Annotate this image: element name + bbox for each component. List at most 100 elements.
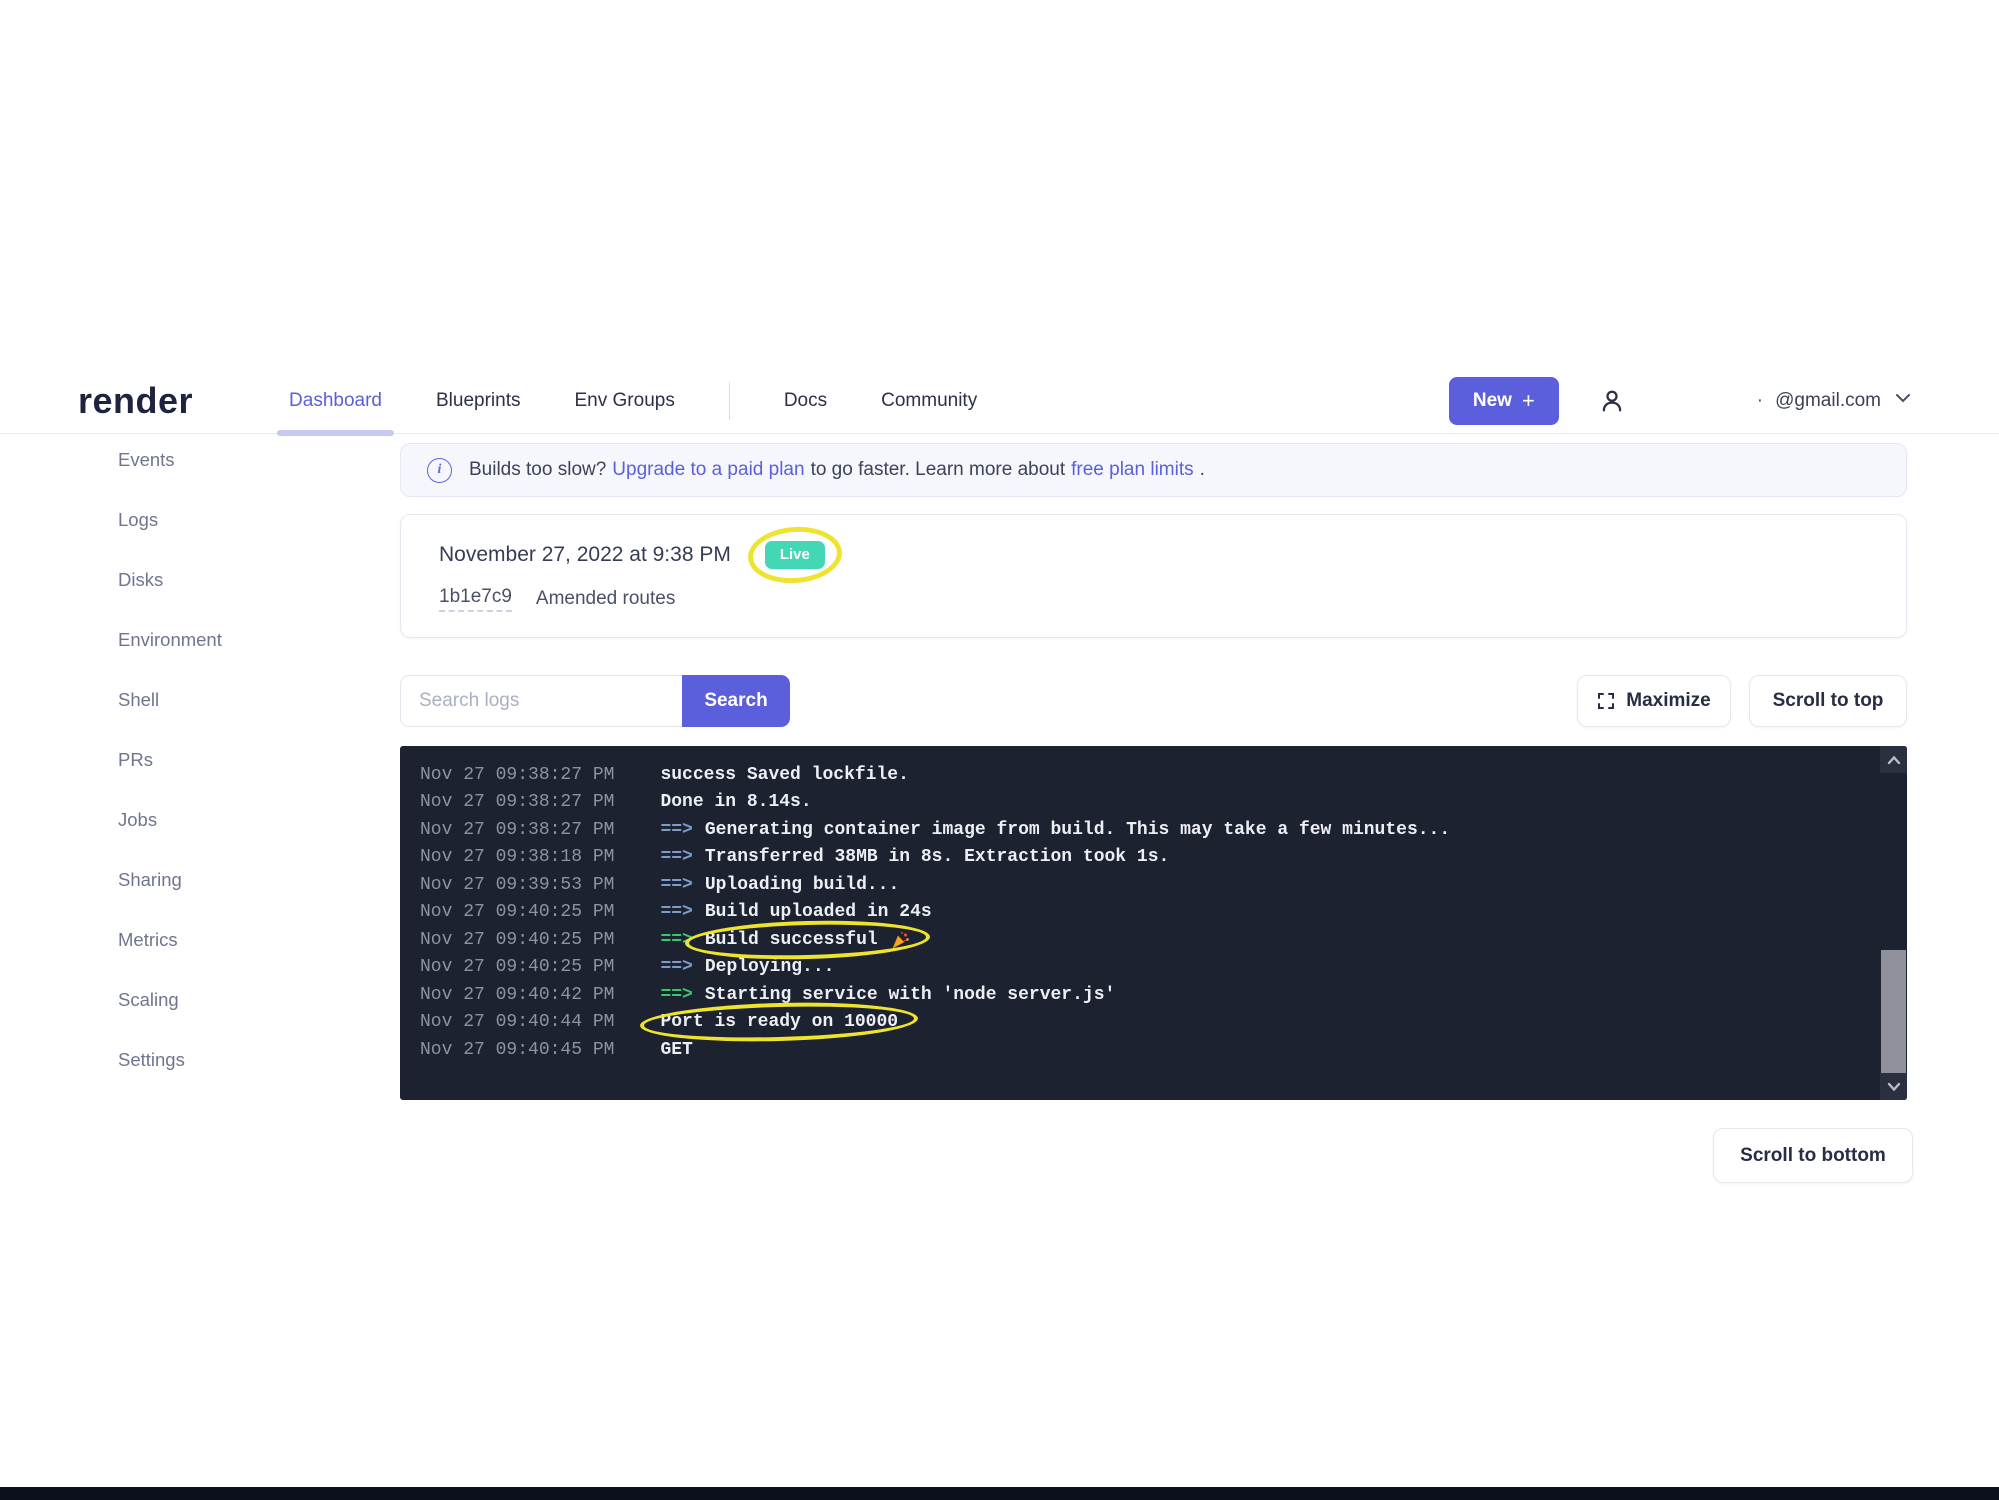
top-navigation: render Dashboard Blueprints Env Groups Docs… <box>0 368 1999 434</box>
log-line: Nov 27 09:38:27 PM ==> Generating containe… <box>420 816 1867 844</box>
log-text: GET <box>660 1040 692 1060</box>
log-text: Generating container image from build. T… <box>705 820 1450 840</box>
log-timestamp: Nov 27 09:40:44 PM <box>420 1012 614 1032</box>
sidebar-item-settings[interactable]: Settings <box>118 1048 222 1071</box>
log-line: Nov 27 09:38:27 PM success Saved lockfile… <box>420 761 1867 789</box>
search-logs-input[interactable] <box>400 675 682 727</box>
sidebar-item-disks[interactable]: Disks <box>118 568 222 591</box>
account-menu[interactable]: · @gmail.com <box>1757 390 1913 412</box>
scroll-to-top-button[interactable]: Scroll to top <box>1749 675 1907 727</box>
banner-text-middle: to go faster. Learn more about <box>811 459 1066 481</box>
log-arrow-icon: ==> <box>660 820 692 840</box>
log-text: Starting service with 'node server.js' <box>705 985 1115 1005</box>
nav-links: Dashboard Blueprints Env Groups Docs Communi… <box>289 382 977 420</box>
new-button-label: New <box>1473 390 1512 412</box>
log-timestamp: Nov 27 09:38:27 PM <box>420 765 614 785</box>
nav-link-dashboard[interactable]: Dashboard <box>289 390 382 412</box>
deploy-timestamp: November 27, 2022 at 9:38 PM <box>439 543 731 567</box>
log-terminal: Nov 27 09:38:27 PM success Saved lockfile… <box>400 746 1907 1100</box>
log-message: ==>Transferred 38MB in 8s. Extraction to… <box>660 847 1169 867</box>
scrollbar-up-arrow-icon[interactable] <box>1880 746 1907 773</box>
log-message: Port is ready on 10000 <box>660 1012 898 1032</box>
log-timestamp: Nov 27 09:40:42 PM <box>420 985 614 1005</box>
maximize-icon <box>1597 692 1615 710</box>
nav-link-community[interactable]: Community <box>881 390 977 412</box>
log-message: ==> Build successful <box>660 930 909 950</box>
sidebar-item-metrics[interactable]: Metrics <box>118 928 222 951</box>
log-line: Nov 27 09:40:42 PM ==> Starting service wi… <box>420 981 1867 1009</box>
service-sidebar: Events Logs Disks Environment Shell PRs Jobs Sh… <box>118 448 222 1108</box>
log-timestamp: Nov 27 09:38:18 PM <box>420 847 614 867</box>
annotated-log-text: Build successful <box>705 930 910 950</box>
nav-right-group: New + · @gmail.com <box>1449 377 1913 425</box>
log-message: ==> Deploying... <box>660 957 834 977</box>
log-line: Nov 27 09:38:27 PMDone in 8.14s. <box>420 789 1867 817</box>
free-plan-banner: i Builds too slow? Upgrade to a paid plan… <box>400 443 1907 497</box>
upgrade-plan-link[interactable]: Upgrade to a paid plan <box>612 459 804 481</box>
nav-link-docs[interactable]: Docs <box>784 390 827 412</box>
annotated-log-text: Port is ready on 10000 <box>660 1012 898 1032</box>
sidebar-item-environment[interactable]: Environment <box>118 628 222 651</box>
log-arrow-icon: ==> <box>660 902 692 922</box>
log-message: ==>Uploading build... <box>660 875 899 895</box>
commit-hash-link[interactable]: 1b1e7c9 <box>439 586 512 612</box>
nav-link-env-groups[interactable]: Env Groups <box>575 390 675 412</box>
log-arrow-icon: ==> <box>660 847 692 867</box>
scrollbar-down-arrow-icon[interactable] <box>1880 1073 1907 1100</box>
account-email: @gmail.com <box>1775 390 1881 412</box>
sidebar-item-jobs[interactable]: Jobs <box>118 808 222 831</box>
log-timestamp: Nov 27 09:40:25 PM <box>420 957 614 977</box>
sidebar-item-sharing[interactable]: Sharing <box>118 868 222 891</box>
sidebar-item-shell[interactable]: Shell <box>118 688 222 711</box>
bottom-taskbar <box>0 1487 1999 1500</box>
log-arrow-icon: ==> <box>660 957 692 977</box>
scroll-to-bottom-button[interactable]: Scroll to bottom <box>1713 1128 1913 1183</box>
maximize-button[interactable]: Maximize <box>1577 675 1731 727</box>
nav-link-blueprints[interactable]: Blueprints <box>436 390 521 412</box>
log-text: Build uploaded in 24s <box>705 902 932 922</box>
render-logo[interactable]: render <box>78 380 193 422</box>
party-popper-icon <box>890 930 910 950</box>
log-line: Nov 27 09:40:45 PM GET <box>420 1036 1867 1064</box>
nav-divider <box>729 382 730 420</box>
info-icon: i <box>427 458 452 483</box>
log-arrow-icon: ==> <box>660 930 692 950</box>
log-text: Deploying... <box>705 957 835 977</box>
log-text: Done in 8.14s. <box>660 792 811 812</box>
log-line: Nov 27 09:39:53 PM==>Uploading build... <box>420 871 1867 899</box>
log-message: ==> Build uploaded in 24s <box>660 902 931 922</box>
log-text: Port is ready on 10000 <box>660 1012 898 1032</box>
sidebar-item-events[interactable]: Events <box>118 448 222 471</box>
log-arrow-icon: ==> <box>660 985 692 1005</box>
scrollbar-thumb[interactable] <box>1881 950 1906 1077</box>
log-timestamp: Nov 27 09:40:25 PM <box>420 930 614 950</box>
render-dashboard-page: render Dashboard Blueprints Env Groups Docs… <box>0 0 1999 1500</box>
deploy-commit-row: 1b1e7c9 Amended routes <box>439 586 1906 612</box>
log-search-group: Search <box>400 675 790 727</box>
log-line: Nov 27 09:38:18 PM ==>Transferred 38MB in… <box>420 844 1867 872</box>
chevron-down-icon[interactable] <box>1893 391 1913 410</box>
deploy-card: November 27, 2022 at 9:38 PM Live 1b1e7c… <box>400 514 1907 638</box>
log-text: success Saved lockfile. <box>660 765 908 785</box>
deploy-header-row: November 27, 2022 at 9:38 PM Live <box>439 541 1906 569</box>
log-message: ==> Generating container image from build… <box>660 820 1450 840</box>
log-timestamp: Nov 27 09:38:27 PM <box>420 820 614 840</box>
search-button[interactable]: Search <box>682 675 790 727</box>
log-timestamp: Nov 27 09:40:25 PM <box>420 902 614 922</box>
sidebar-item-logs[interactable]: Logs <box>118 508 222 531</box>
live-badge-wrap: Live <box>765 541 825 569</box>
log-lines: Nov 27 09:38:27 PM success Saved lockfile… <box>420 761 1867 1064</box>
banner-text-prefix: Builds too slow? <box>469 459 606 481</box>
free-plan-limits-link[interactable]: free plan limits <box>1071 459 1194 481</box>
log-timestamp: Nov 27 09:40:45 PM <box>420 1040 614 1060</box>
account-email-prefix: · <box>1757 390 1763 412</box>
log-text: Build successful <box>705 930 878 950</box>
log-message: ==> Starting service with 'node server.js… <box>660 985 1115 1005</box>
sidebar-item-prs[interactable]: PRs <box>118 748 222 771</box>
log-line: Nov 27 09:40:25 PM ==> Build uploaded in 2… <box>420 899 1867 927</box>
new-button[interactable]: New + <box>1449 377 1559 425</box>
sidebar-item-scaling[interactable]: Scaling <box>118 988 222 1011</box>
log-text: Uploading build... <box>705 875 899 895</box>
terminal-scrollbar <box>1880 746 1907 1100</box>
user-avatar-icon[interactable] <box>1597 386 1627 416</box>
